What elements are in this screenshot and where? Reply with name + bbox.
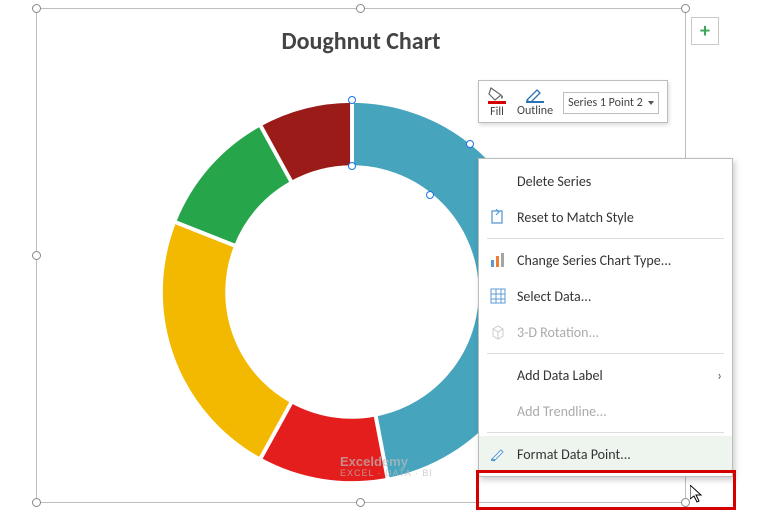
doughnut-slice[interactable]	[161, 222, 292, 460]
fill-bucket-icon	[487, 86, 507, 104]
fill-button[interactable]: Fill	[487, 86, 507, 119]
menu-3d-rotation: 3-D Rotation...	[479, 314, 732, 350]
data-point-handle[interactable]	[348, 162, 356, 170]
series-selector-dropdown[interactable]: Series 1 Point 2	[563, 92, 659, 114]
data-point-handle[interactable]	[348, 96, 356, 104]
menu-label: Add Trendline...	[517, 403, 607, 420]
chevron-down-icon	[648, 101, 654, 105]
menu-label: Add Data Label	[517, 367, 603, 384]
selection-handle[interactable]	[32, 498, 41, 507]
watermark-subtitle: EXCEL · DATA · BI	[340, 469, 433, 479]
pen-icon	[525, 87, 545, 103]
blank-icon	[489, 366, 507, 384]
selection-handle[interactable]	[356, 498, 365, 507]
data-point-handle[interactable]	[466, 140, 474, 148]
watermark-title: Exceldemy	[340, 455, 433, 469]
selection-handle[interactable]	[32, 251, 41, 260]
bar-chart-icon	[489, 251, 507, 269]
blank-icon	[489, 402, 507, 420]
menu-reset-style[interactable]: Reset to Match Style	[479, 199, 732, 235]
plus-icon: +	[700, 19, 710, 43]
mini-toolbar: Fill Outline Series 1 Point 2	[478, 80, 668, 123]
menu-format-data-point[interactable]: Format Data Point...	[479, 436, 732, 472]
outline-label: Outline	[517, 104, 553, 118]
selection-handle[interactable]	[681, 498, 690, 507]
blank-icon	[489, 172, 507, 190]
data-point-handle[interactable]	[426, 191, 434, 199]
menu-delete-series[interactable]: Delete Series	[479, 163, 732, 199]
cube-icon	[489, 323, 507, 341]
menu-label: Reset to Match Style	[517, 209, 634, 226]
chevron-right-icon: ›	[717, 367, 722, 384]
watermark: Exceldemy EXCEL · DATA · BI	[340, 455, 433, 479]
grid-icon	[489, 287, 507, 305]
menu-change-chart-type[interactable]: Change Series Chart Type...	[479, 242, 732, 278]
menu-label: Format Data Point...	[517, 446, 631, 463]
menu-select-data[interactable]: Select Data...	[479, 278, 732, 314]
outline-button[interactable]: Outline	[517, 87, 553, 118]
series-selector-value: Series 1 Point 2	[568, 96, 643, 110]
fill-label: Fill	[490, 105, 504, 119]
menu-label: 3-D Rotation...	[517, 324, 599, 341]
menu-label: Delete Series	[517, 173, 591, 190]
menu-separator	[487, 353, 724, 354]
format-icon	[489, 445, 507, 463]
selection-handle[interactable]	[32, 4, 41, 13]
selection-handle[interactable]	[681, 4, 690, 13]
menu-label: Change Series Chart Type...	[517, 252, 671, 269]
chart-title[interactable]: Doughnut Chart	[37, 9, 685, 62]
context-menu: Delete Series Reset to Match Style Chang…	[478, 158, 733, 477]
selection-handle[interactable]	[356, 4, 365, 13]
menu-separator	[487, 238, 724, 239]
menu-label: Select Data...	[517, 288, 591, 305]
menu-add-trendline: Add Trendline...	[479, 393, 732, 429]
menu-add-data-label[interactable]: Add Data Label ›	[479, 357, 732, 393]
reset-icon	[489, 208, 507, 226]
chart-elements-button[interactable]: +	[691, 17, 719, 45]
menu-separator	[487, 432, 724, 433]
